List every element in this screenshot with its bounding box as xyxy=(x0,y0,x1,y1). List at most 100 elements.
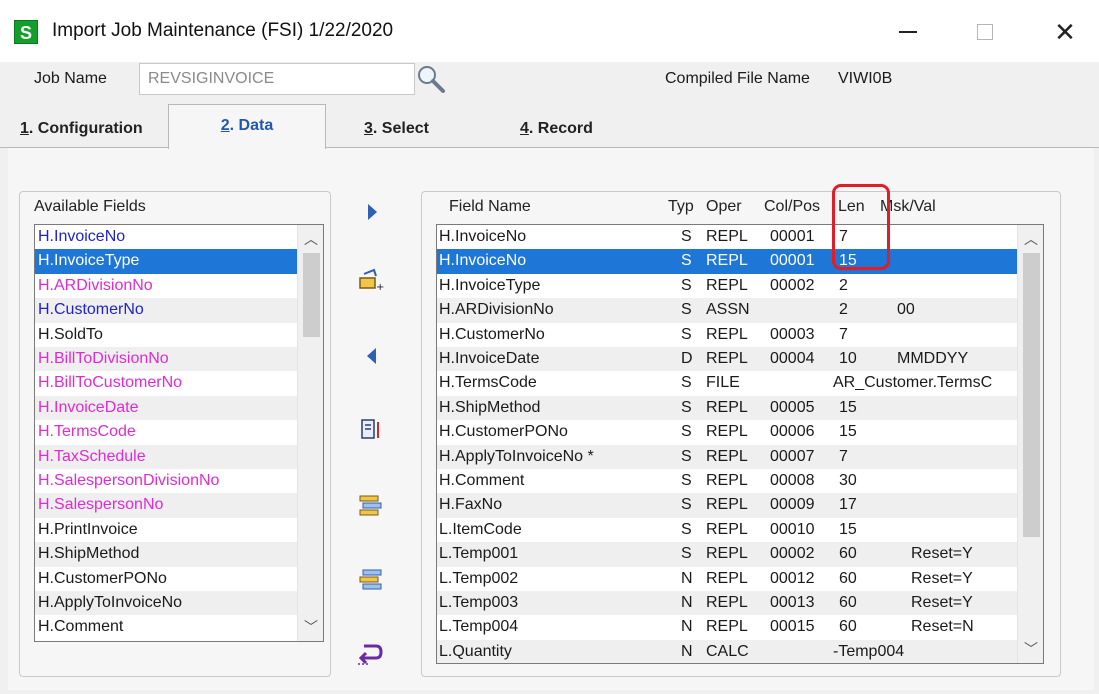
insert-field-icon[interactable]: + xyxy=(356,266,384,294)
tab-select[interactable]: 3. Select xyxy=(364,120,429,138)
undo-icon[interactable] xyxy=(356,638,384,666)
tab-record[interactable]: 4. Record xyxy=(520,120,593,138)
available-field-item[interactable]: H.SalespersonNo xyxy=(35,493,297,518)
job-field-row[interactable]: L.Quantity N CALC -Temp004 xyxy=(437,639,1017,663)
job-name-input[interactable] xyxy=(139,63,415,95)
scroll-up-icon[interactable]: ︿ xyxy=(1018,229,1043,249)
available-field-item[interactable]: H.Comment xyxy=(35,615,297,639)
colpos-cell: 00012 xyxy=(770,569,815,587)
oper-cell: REPL xyxy=(706,569,748,587)
job-field-row[interactable]: H.ApplyToInvoiceNo * S REPL 00007 7 xyxy=(437,444,1017,469)
tab-data[interactable]: 2. Data xyxy=(168,104,326,149)
available-field-item[interactable]: H.PrintInvoice xyxy=(35,518,297,542)
move-right-icon[interactable] xyxy=(358,198,386,226)
len-cell: 7 xyxy=(839,325,848,343)
typ-cell: S xyxy=(681,301,692,319)
field-name-cell: L.ItemCode xyxy=(439,520,522,538)
job-field-row[interactable]: L.ItemCode S REPL 00010 15 xyxy=(437,518,1017,542)
len-column-highlight xyxy=(832,184,890,270)
colpos-cell: 00015 xyxy=(770,618,815,636)
colpos-cell: 00003 xyxy=(770,325,815,343)
available-fields-list[interactable]: H.InvoiceNo H.InvoiceType H.ARDivisionNo H.… xyxy=(34,224,324,642)
oper-cell: REPL xyxy=(706,350,748,367)
len-cell: 15 xyxy=(839,520,857,538)
col-header-field-name[interactable]: Field Name xyxy=(449,198,531,216)
available-field-item[interactable]: H.TermsCode xyxy=(35,420,297,444)
compiled-file-value: VIWI0B xyxy=(838,70,893,87)
job-field-row[interactable]: H.ShipMethod S REPL 00005 15 xyxy=(437,395,1017,421)
job-field-row[interactable]: L.Temp004 N REPL 00015 60 Reset=N xyxy=(437,615,1017,639)
field-name-cell: H.InvoiceNo xyxy=(439,228,527,245)
mask-cell: -Temp004 xyxy=(833,642,905,660)
oper-cell: REPL xyxy=(706,423,748,441)
move-down-icon[interactable] xyxy=(356,564,384,592)
typ-cell: S xyxy=(681,374,692,392)
tab-configuration[interactable]: 1. Configuration xyxy=(20,120,143,138)
job-field-row[interactable]: H.ARDivisionNo S ASSN 2 00 xyxy=(437,298,1017,323)
col-header-typ[interactable]: Typ xyxy=(668,198,694,216)
compiled-file-label: Compiled File Name xyxy=(665,70,810,87)
typ-cell: S xyxy=(681,447,692,465)
job-fields-list[interactable]: H.InvoiceNo S REPL 00001 7 H.InvoiceNo S REPL 00… xyxy=(436,224,1044,664)
len-cell: 10 xyxy=(839,350,857,367)
available-field-item[interactable]: H.InvoiceNo xyxy=(35,225,297,249)
svg-text:+: + xyxy=(376,282,384,293)
available-field-item[interactable]: H.CustomerNo xyxy=(35,298,297,323)
available-field-item[interactable]: H.ARDivisionNo xyxy=(35,274,297,298)
colpos-cell: 00007 xyxy=(770,447,815,465)
available-field-item[interactable]: H.InvoiceType xyxy=(35,249,297,274)
available-field-item[interactable]: H.ApplyToInvoiceNo xyxy=(35,591,297,616)
job-field-row[interactable]: H.CustomerPONo S REPL 00006 15 xyxy=(437,420,1017,444)
available-field-item[interactable]: H.TaxSchedule xyxy=(35,444,297,469)
colpos-cell: 00009 xyxy=(770,496,815,514)
job-field-row[interactable]: L.Temp001 S REPL 00002 60 Reset=Y xyxy=(437,542,1017,567)
scroll-up-icon[interactable]: ︿ xyxy=(298,229,323,249)
job-fields-scrollbar[interactable]: ︿ ﹀ xyxy=(1017,225,1043,663)
field-name-cell: L.Quantity xyxy=(439,642,512,660)
oper-cell: ASSN xyxy=(706,301,750,319)
col-header-colpos[interactable]: Col/Pos xyxy=(764,198,820,216)
job-field-row[interactable]: H.Comment S REPL 00008 30 xyxy=(437,469,1017,493)
magnifier-icon[interactable] xyxy=(416,64,446,94)
field-name-cell: H.TermsCode xyxy=(439,374,537,392)
scroll-thumb[interactable] xyxy=(1023,253,1040,537)
maximize-button[interactable] xyxy=(962,12,1008,52)
job-field-row[interactable]: H.CustomerNo S REPL 00003 7 xyxy=(437,323,1017,347)
field-properties-icon[interactable] xyxy=(356,416,384,444)
len-cell: 17 xyxy=(839,496,857,514)
job-field-row[interactable]: L.Temp002 N REPL 00012 60 Reset=Y xyxy=(437,567,1017,591)
available-field-item[interactable]: H.ShipMethod xyxy=(35,542,297,567)
close-button[interactable]: ✕ xyxy=(1042,12,1088,52)
job-field-row[interactable]: H.InvoiceNo S REPL 00001 7 xyxy=(437,225,1017,249)
len-cell: 15 xyxy=(839,398,857,416)
field-name-cell: H.Comment xyxy=(439,472,525,489)
job-field-row[interactable]: H.InvoiceType S REPL 00002 2 xyxy=(437,274,1017,298)
field-name-cell: H.ARDivisionNo xyxy=(439,301,554,319)
typ-cell: S xyxy=(681,496,692,514)
job-field-row[interactable]: H.TermsCode S FILE AR_Customer.TermsC xyxy=(437,371,1017,395)
available-field-item[interactable]: H.SalespersonDivisionNo xyxy=(35,469,297,493)
minimize-button[interactable] xyxy=(885,12,931,52)
move-up-icon[interactable] xyxy=(356,490,384,518)
job-field-row[interactable]: H.InvoiceNo S REPL 00001 15 xyxy=(437,249,1017,274)
col-header-oper[interactable]: Oper xyxy=(706,198,742,216)
job-field-row[interactable]: H.FaxNo S REPL 00009 17 xyxy=(437,493,1017,518)
scroll-down-icon[interactable]: ﹀ xyxy=(298,617,323,637)
typ-cell: N xyxy=(681,618,693,636)
job-field-row[interactable]: L.Temp003 N REPL 00013 60 Reset=Y xyxy=(437,591,1017,616)
scroll-thumb[interactable] xyxy=(303,253,320,337)
available-fields-scrollbar[interactable]: ︿ ﹀ xyxy=(297,225,323,641)
available-field-item[interactable]: H.SoldTo xyxy=(35,323,297,347)
move-left-icon[interactable] xyxy=(358,342,386,370)
available-field-item[interactable]: H.BillToDivisionNo xyxy=(35,347,297,372)
available-fields-header: Available Fields xyxy=(34,198,146,215)
available-field-item[interactable]: H.CustomerPONo xyxy=(35,567,297,591)
available-field-item[interactable]: H.InvoiceDate xyxy=(35,395,297,421)
minimize-icon xyxy=(899,30,917,33)
scroll-down-icon[interactable]: ﹀ xyxy=(1018,639,1043,659)
available-field-item[interactable]: H.BillToCustomerNo xyxy=(35,371,297,395)
field-name-cell: H.InvoiceDate xyxy=(439,350,540,367)
mask-cell: Reset=Y xyxy=(911,545,973,563)
field-name-cell: L.Temp004 xyxy=(439,618,519,636)
job-field-row[interactable]: H.InvoiceDate D REPL 00004 10 MMDDYY xyxy=(437,347,1017,372)
